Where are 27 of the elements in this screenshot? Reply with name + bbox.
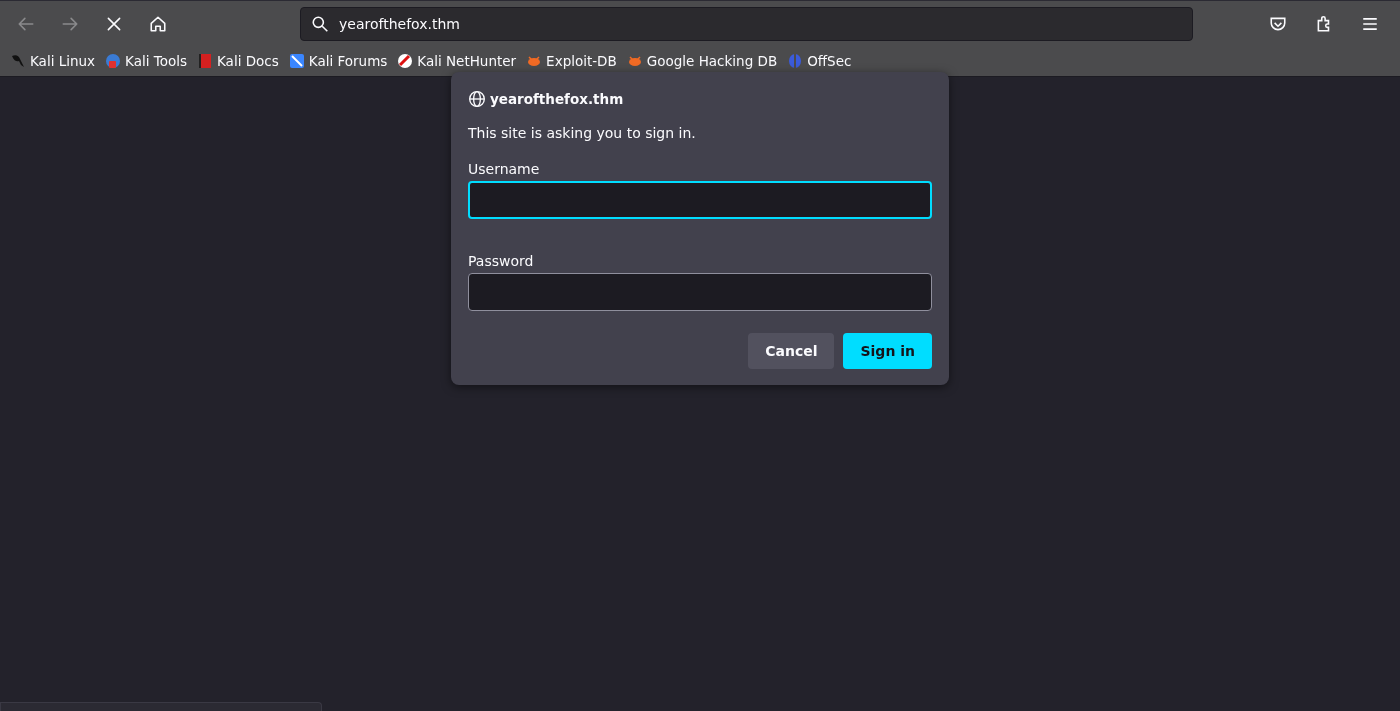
input-field[interactable]: [468, 181, 932, 219]
globe-icon: [105, 53, 122, 69]
url-text: yearofthefox.thm: [339, 15, 460, 32]
field-label: Password: [468, 253, 534, 269]
search-icon: [311, 14, 329, 33]
bookmark-link[interactable]: OffSec: [787, 53, 852, 69]
bookmark-link[interactable]: Kali Forums: [288, 53, 388, 69]
bookmark-link[interactable]: Kali Linux: [10, 53, 96, 69]
home-icon: [149, 14, 167, 33]
book-icon: [197, 53, 213, 69]
bug-icon: [526, 53, 543, 69]
input-field[interactable]: [468, 273, 932, 311]
sign-in-button[interactable]: Sign in: [843, 333, 932, 369]
globe-icon: [468, 90, 486, 108]
offsec-logo-icon: [787, 53, 804, 69]
bookmark-link[interactable]: Exploit-DB: [526, 53, 617, 69]
site-name: yearofthefox.thm: [490, 91, 624, 107]
bookmark-link[interactable]: Kali Tools: [105, 53, 187, 69]
nethunter-icon: [397, 53, 414, 69]
bug-icon: [626, 53, 643, 69]
field-label: Username: [468, 161, 540, 177]
bookmark-link[interactable]: Google Hacking DB: [626, 53, 778, 69]
address-bar[interactable]: yearofthefox.thm: [300, 6, 1193, 41]
bookmark-link[interactable]: Kali NetHunter: [397, 53, 517, 69]
bookmark-link[interactable]: Kali Docs: [197, 53, 279, 69]
cancel-button[interactable]: Cancel: [748, 333, 835, 369]
dialog-message: This site is asking you to sign in.: [468, 125, 697, 141]
